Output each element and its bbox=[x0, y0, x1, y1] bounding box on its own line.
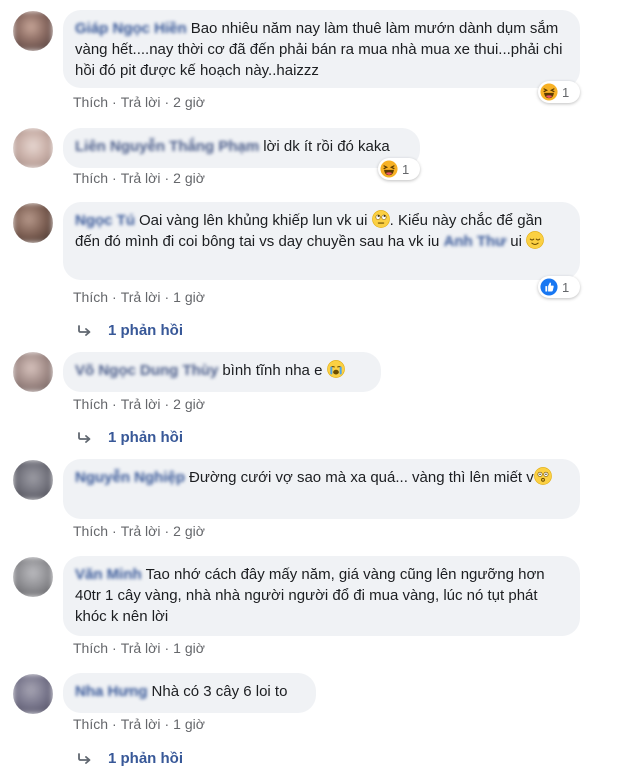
comment-time[interactable]: 2 giờ bbox=[173, 523, 205, 539]
like-reaction-icon bbox=[540, 278, 558, 296]
reply-arrow-icon bbox=[78, 432, 92, 444]
separator: · bbox=[112, 716, 117, 732]
separator: · bbox=[164, 716, 170, 732]
comment-time[interactable]: 1 giờ bbox=[173, 640, 205, 656]
comment-time[interactable]: 2 giờ bbox=[173, 396, 205, 412]
comment-actions: Thích · Trả lời · 1 giờ bbox=[73, 640, 205, 656]
comment-text: lời dk ít rồi đó kaka bbox=[263, 138, 390, 155]
like-link[interactable]: Thích bbox=[73, 716, 108, 732]
avatar[interactable] bbox=[13, 352, 53, 392]
relieved-emoji bbox=[526, 231, 544, 249]
dizzy-emoji bbox=[534, 467, 552, 485]
comment-text-part: Oai vàng lên khủng khiếp lun vk ui bbox=[139, 212, 372, 229]
haha-reaction-icon bbox=[540, 83, 558, 101]
reply-arrow-icon bbox=[78, 325, 92, 337]
comment-text: Nhà có 3 cây 6 loi to bbox=[151, 683, 288, 700]
comment-bubble: Liên Nguyễn Thắng Phạm lời dk ít rồi đó k… bbox=[63, 128, 420, 168]
separator: · bbox=[112, 289, 117, 305]
haha-reaction-icon bbox=[380, 160, 398, 178]
separator: · bbox=[164, 640, 170, 656]
comment-time[interactable]: 2 giờ bbox=[173, 170, 205, 186]
comment-author[interactable]: Nguyễn Nghiệp bbox=[75, 469, 185, 486]
reaction-summary[interactable]: 1 bbox=[538, 276, 580, 298]
separator: · bbox=[164, 396, 170, 412]
avatar[interactable] bbox=[13, 128, 53, 168]
avatar[interactable] bbox=[13, 11, 53, 51]
comment-actions: Thích · Trả lời · 1 giờ bbox=[73, 289, 205, 305]
separator: · bbox=[164, 523, 170, 539]
replies-count: 1 phản hồi bbox=[108, 429, 183, 446]
reaction-count: 1 bbox=[562, 84, 570, 100]
reply-link[interactable]: Trả lời bbox=[121, 640, 161, 656]
like-link[interactable]: Thích bbox=[73, 640, 108, 656]
like-link[interactable]: Thích bbox=[73, 94, 108, 110]
reaction-count: 1 bbox=[402, 161, 410, 177]
comment-text: Tao nhớ cách đây mấy năm, giá vàng cũng … bbox=[75, 566, 545, 625]
reply-link[interactable]: Trả lời bbox=[121, 170, 161, 186]
comment-actions: Thích · Trả lời · 2 giờ bbox=[73, 170, 205, 186]
comment-author[interactable]: Liên Nguyễn Thắng Phạm bbox=[75, 138, 259, 155]
comment-time[interactable]: 1 giờ bbox=[173, 289, 205, 305]
comment-bubble: Nha Hưng Nhà có 3 cây 6 loi to bbox=[63, 673, 316, 713]
avatar[interactable] bbox=[13, 203, 53, 243]
comment-author[interactable]: Văn Minh bbox=[75, 566, 142, 583]
reaction-summary[interactable]: 1 bbox=[378, 158, 420, 180]
comment-time[interactable]: 1 giờ bbox=[173, 716, 205, 732]
mention-link[interactable]: Anh Thư bbox=[444, 233, 507, 250]
comment-text: Đường cưới vợ sao mà xa quá... vàng thì … bbox=[189, 469, 534, 486]
comment-author[interactable]: Nha Hưng bbox=[75, 683, 148, 700]
separator: · bbox=[112, 523, 117, 539]
comment-text-part: ui bbox=[506, 233, 527, 250]
reply-arrow-icon bbox=[78, 753, 92, 765]
comment-bubble: Giáp Ngọc Hiền Bao nhiêu năm nay làm thuê… bbox=[63, 10, 580, 88]
comment-author[interactable]: Võ Ngọc Dung Thùy bbox=[75, 362, 218, 379]
separator: · bbox=[164, 94, 170, 110]
like-link[interactable]: Thích bbox=[73, 289, 108, 305]
like-link[interactable]: Thích bbox=[73, 170, 108, 186]
comment-actions: Thích · Trả lời · 2 giờ bbox=[73, 396, 205, 412]
view-replies-link[interactable]: 1 phản hồi bbox=[78, 322, 183, 339]
reply-link[interactable]: Trả lời bbox=[121, 523, 161, 539]
avatar[interactable] bbox=[13, 557, 53, 597]
comment-bubble: Võ Ngọc Dung Thùy bình tĩnh nha e bbox=[63, 352, 381, 392]
reply-link[interactable]: Trả lời bbox=[121, 716, 161, 732]
separator: · bbox=[112, 396, 117, 412]
like-link[interactable]: Thích bbox=[73, 523, 108, 539]
comment-bubble: Ngọc Tú Oai vàng lên khủng khiếp lun vk u… bbox=[63, 202, 580, 280]
comment-actions: Thích · Trả lời · 1 giờ bbox=[73, 716, 205, 732]
comment-author[interactable]: Giáp Ngọc Hiền bbox=[75, 20, 187, 37]
comment-actions: Thích · Trả lời · 2 giờ bbox=[73, 523, 205, 539]
comment-author[interactable]: Ngọc Tú bbox=[75, 212, 135, 229]
reply-link[interactable]: Trả lời bbox=[121, 289, 161, 305]
reply-link[interactable]: Trả lời bbox=[121, 396, 161, 412]
reply-link[interactable]: Trả lời bbox=[121, 94, 161, 110]
comment-text: bình tĩnh nha e bbox=[222, 362, 327, 379]
crying-emoji bbox=[327, 360, 345, 378]
reaction-count: 1 bbox=[562, 279, 570, 295]
separator: · bbox=[112, 94, 117, 110]
view-replies-link[interactable]: 1 phản hồi bbox=[78, 429, 183, 446]
replies-count: 1 phản hồi bbox=[108, 322, 183, 339]
comment-bubble: Văn Minh Tao nhớ cách đây mấy năm, giá và… bbox=[63, 556, 580, 636]
like-link[interactable]: Thích bbox=[73, 396, 108, 412]
view-replies-link[interactable]: 1 phản hồi bbox=[78, 750, 183, 767]
comment-time[interactable]: 2 giờ bbox=[173, 94, 205, 110]
comment-bubble: Nguyễn Nghiệp Đường cưới vợ sao mà xa quá… bbox=[63, 459, 580, 519]
avatar[interactable] bbox=[13, 460, 53, 500]
comment-actions: Thích · Trả lời · 2 giờ bbox=[73, 94, 205, 110]
separator: · bbox=[112, 170, 117, 186]
rolling-eyes-emoji bbox=[372, 210, 390, 228]
separator: · bbox=[164, 170, 170, 186]
separator: · bbox=[112, 640, 117, 656]
replies-count: 1 phản hồi bbox=[108, 750, 183, 767]
reaction-summary[interactable]: 1 bbox=[538, 81, 580, 103]
separator: · bbox=[164, 289, 170, 305]
avatar[interactable] bbox=[13, 674, 53, 714]
